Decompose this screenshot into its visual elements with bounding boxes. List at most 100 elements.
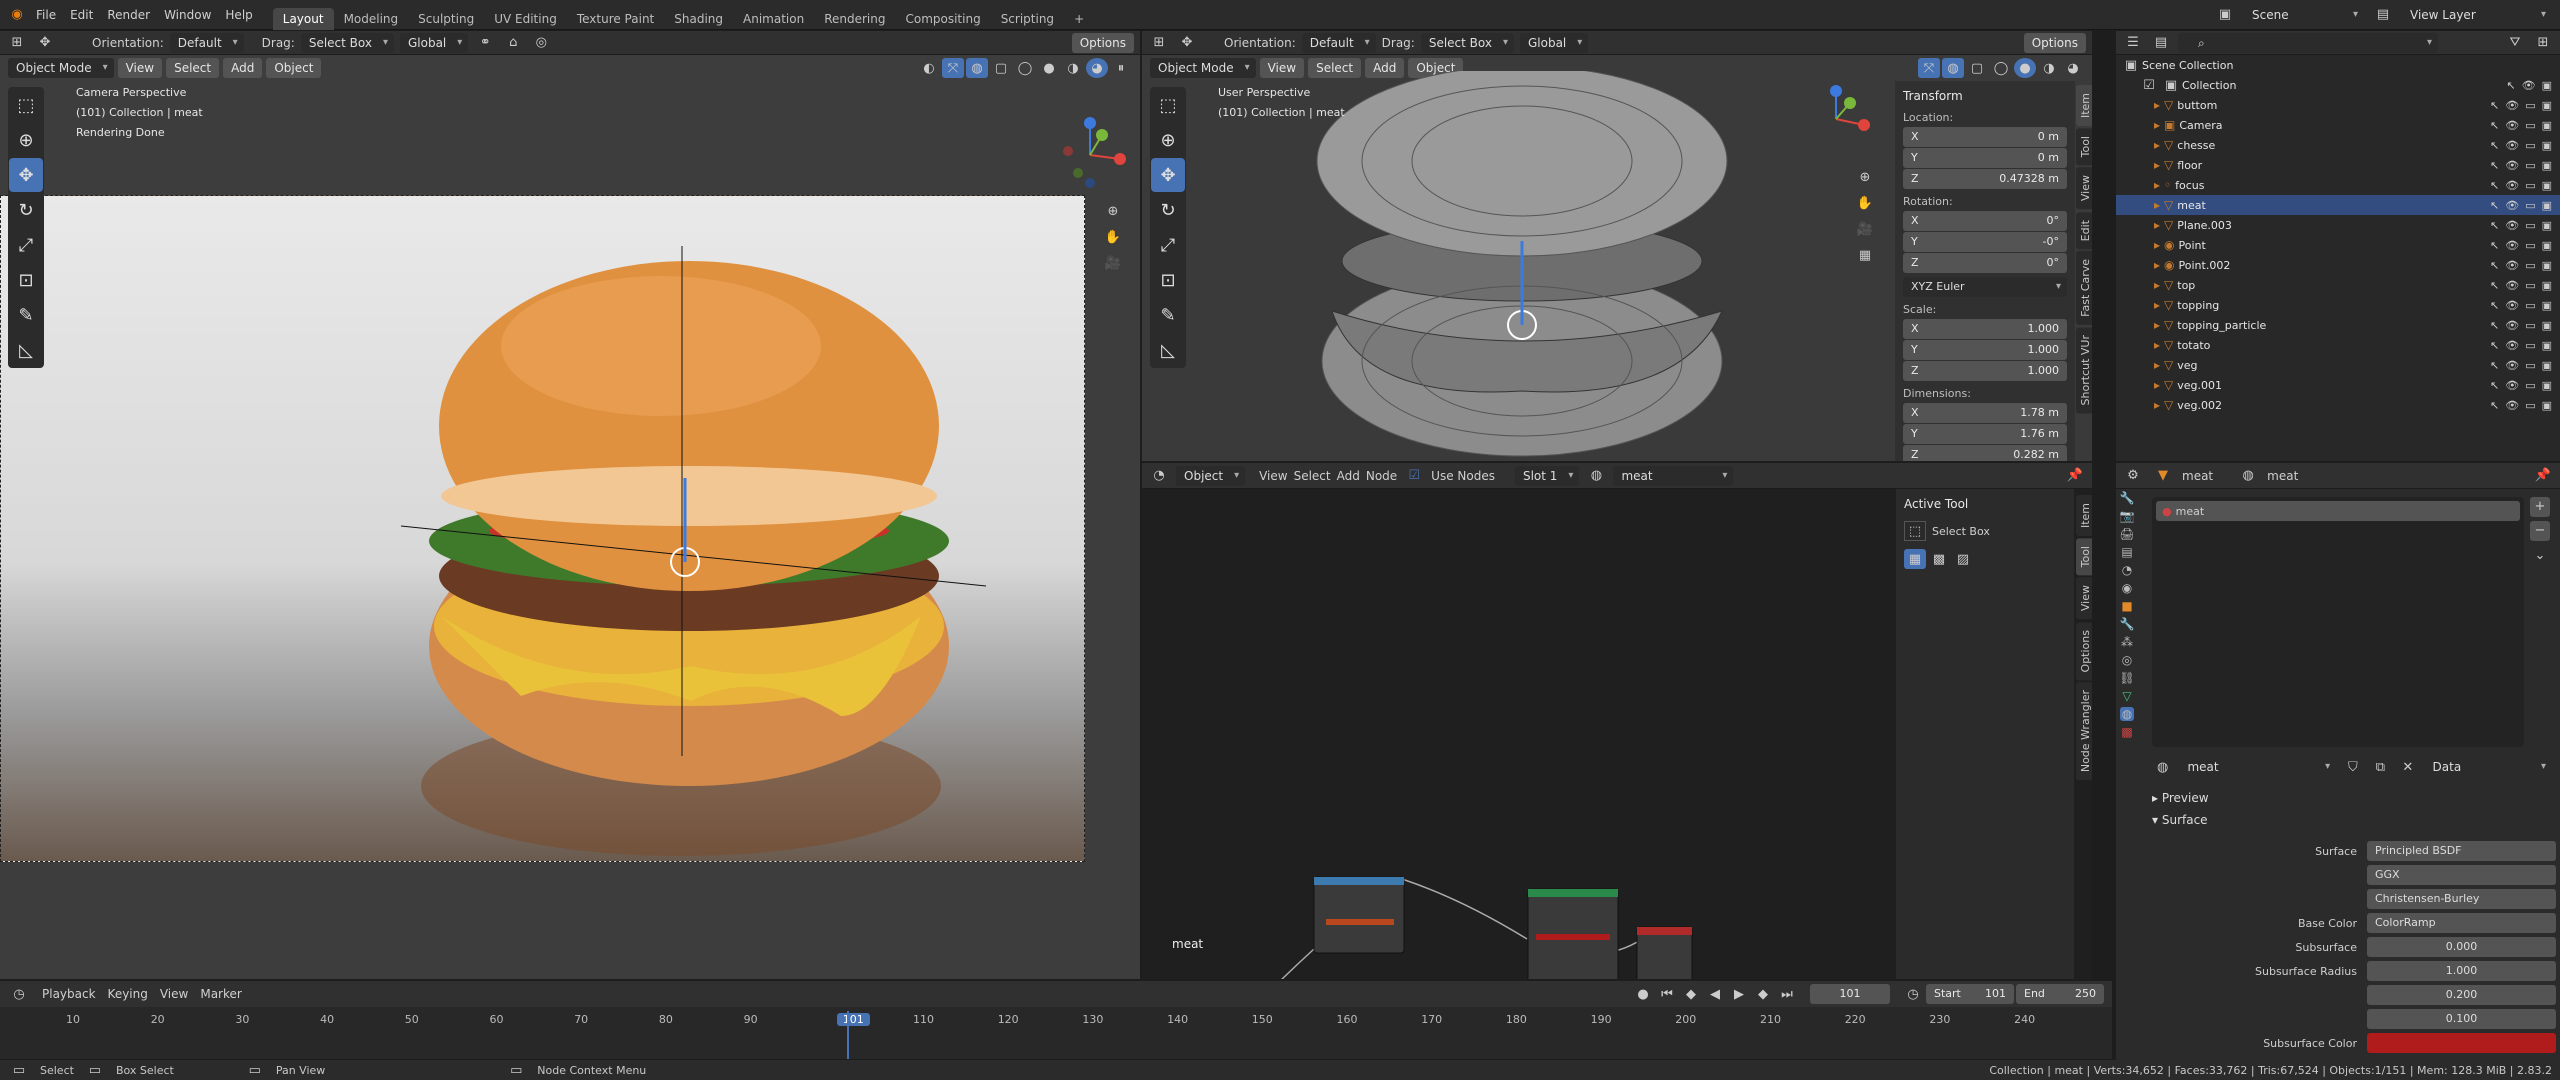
eye-icon[interactable]: 👁 bbox=[2505, 119, 2519, 132]
menu-view[interactable]: View bbox=[1259, 469, 1287, 483]
menu-marker[interactable]: Marker bbox=[200, 987, 241, 1001]
jump-end-icon[interactable]: ⏭ bbox=[1776, 984, 1798, 1004]
gizmo-icon[interactable]: ⤧ bbox=[942, 58, 964, 78]
property-value[interactable]: 0.100 bbox=[2367, 1009, 2556, 1029]
eye-icon[interactable]: 👁 bbox=[2505, 399, 2519, 412]
select-mode-subtract-icon[interactable]: ▨ bbox=[1952, 549, 1974, 569]
pivot-icon[interactable]: ⚭ bbox=[474, 33, 496, 53]
select-icon[interactable]: ↖ bbox=[2490, 159, 2499, 172]
transform-orientation-dropdown[interactable]: Global bbox=[399, 32, 469, 53]
add-slot-button[interactable]: + bbox=[2530, 497, 2550, 517]
eye-icon[interactable]: 👁 bbox=[2505, 279, 2519, 292]
prev-key-icon[interactable]: ◆ bbox=[1680, 984, 1702, 1004]
render-tab-icon[interactable]: 📷 bbox=[2120, 509, 2135, 523]
display-mode-icon[interactable]: ▤ bbox=[2150, 33, 2172, 53]
proportional-icon[interactable]: ◎ bbox=[530, 33, 552, 53]
eye-icon[interactable]: 👁 bbox=[2505, 259, 2519, 272]
expand-icon[interactable]: ▸ bbox=[2154, 158, 2160, 172]
scene-tab-icon[interactable]: ◔ bbox=[2122, 563, 2132, 577]
mode-dropdown[interactable]: Object Mode bbox=[8, 58, 114, 78]
select-icon[interactable]: ↖ bbox=[2490, 139, 2499, 152]
menu-select[interactable]: Select bbox=[166, 58, 220, 78]
object-tab-icon[interactable]: ■ bbox=[2121, 599, 2132, 613]
tab-animation[interactable]: Animation bbox=[733, 8, 814, 30]
monitor-icon[interactable]: ▭ bbox=[2525, 279, 2535, 292]
expand-icon[interactable]: ▸ bbox=[2154, 178, 2160, 192]
left-3d-viewport[interactable]: ⊞ ✥ Orientation: Default Drag: Select Bo… bbox=[0, 31, 1140, 979]
select-icon[interactable]: ↖ bbox=[2490, 239, 2499, 252]
dimensions-z-field[interactable]: Z 0.282 m bbox=[1903, 445, 2067, 461]
tab-texture-paint[interactable]: Texture Paint bbox=[567, 8, 664, 30]
eye-icon[interactable]: 👁 bbox=[2505, 139, 2519, 152]
shader-type-dropdown[interactable]: Object bbox=[1176, 465, 1246, 486]
monitor-icon[interactable]: ▭ bbox=[2525, 339, 2535, 352]
eye-icon[interactable]: 👁 bbox=[2505, 379, 2519, 392]
camera-view-icon[interactable]: 🎥 bbox=[1854, 219, 1876, 239]
monitor-icon[interactable]: ▭ bbox=[2525, 379, 2535, 392]
unlink-icon[interactable]: ✕ bbox=[2397, 757, 2418, 777]
physics-tab-icon[interactable]: ◎ bbox=[2122, 653, 2132, 667]
material-name-field[interactable]: meat bbox=[2179, 757, 2337, 777]
move-tool-icon[interactable]: ✥ bbox=[34, 33, 56, 53]
material-slot-item[interactable]: ● meat bbox=[2156, 501, 2520, 521]
camera-icon[interactable]: ▣ bbox=[2542, 339, 2552, 352]
duplicate-icon[interactable]: ⧉ bbox=[2370, 757, 2391, 777]
cursor-tool[interactable]: ⊕ bbox=[1151, 123, 1185, 157]
move-tool[interactable]: ✥ bbox=[1151, 158, 1185, 192]
rotation-mode-dropdown[interactable]: XYZ Euler bbox=[1903, 277, 2067, 297]
measure-tool[interactable]: ◺ bbox=[1151, 333, 1185, 367]
menu-window[interactable]: Window bbox=[164, 8, 211, 22]
select-box-icon[interactable]: ⬚ bbox=[1904, 521, 1926, 541]
menu-view[interactable]: View bbox=[117, 58, 163, 78]
outliner-item[interactable]: ▸ ▣ Camera ↖ 👁 ▭ ▣ bbox=[2116, 115, 2560, 135]
mode-dropdown[interactable]: Object Mode bbox=[1150, 58, 1256, 78]
overlay-icon[interactable]: ◍ bbox=[966, 58, 988, 78]
outliner-item[interactable]: ▸ ▽ veg.001 ↖ 👁 ▭ ▣ bbox=[2116, 375, 2560, 395]
monitor-icon[interactable]: ▭ bbox=[2525, 259, 2535, 272]
shader-node-editor[interactable]: ◔ Object View Select Add Node ☑ Use Node… bbox=[1142, 463, 2092, 979]
camera-icon[interactable]: ▣ bbox=[2542, 259, 2552, 272]
camera-icon[interactable]: ▣ bbox=[2542, 159, 2552, 172]
select-mode-extend-icon[interactable]: ▩ bbox=[1928, 549, 1950, 569]
select-icon[interactable]: ↖ bbox=[2490, 359, 2499, 372]
menu-keying[interactable]: Keying bbox=[108, 987, 148, 1001]
wireframe-shading-icon[interactable]: ◯ bbox=[1990, 58, 2012, 78]
frame-ruler[interactable]: 10 20 30 40 50 60 70 80 90 101 110 120 130 140 150 160 1… bbox=[0, 1011, 2112, 1031]
snap-icon[interactable]: ⌂ bbox=[502, 33, 524, 53]
rendered-shading-icon[interactable]: ◕ bbox=[2062, 58, 2084, 78]
expand-icon[interactable]: ▸ bbox=[2154, 398, 2160, 412]
pan-hand-icon[interactable]: ✋ bbox=[1854, 193, 1876, 213]
annotate-tool[interactable]: ✎ bbox=[1151, 298, 1185, 332]
editor-type-icon[interactable]: ⊞ bbox=[6, 33, 28, 53]
view-layer-tab-icon[interactable]: ▤ bbox=[2121, 545, 2132, 559]
select-icon[interactable]: ↖ bbox=[2490, 299, 2499, 312]
eye-icon[interactable]: 👁 bbox=[2505, 239, 2519, 252]
select-box-tool[interactable]: ⬚ bbox=[9, 88, 43, 122]
pause-render-icon[interactable]: ⏸ bbox=[1110, 58, 1132, 78]
editor-type-icon[interactable]: ☰ bbox=[2122, 33, 2144, 53]
tab-shading[interactable]: Shading bbox=[664, 8, 733, 30]
visibility-icon[interactable]: ◐ bbox=[918, 58, 940, 78]
location-z-field[interactable]: Z 0.47328 m bbox=[1903, 169, 2067, 189]
preview-panel-header[interactable]: ▸ Preview bbox=[2152, 787, 2556, 809]
eye-icon[interactable]: 👁 bbox=[2505, 179, 2519, 192]
pin-icon[interactable]: 📌 bbox=[2532, 466, 2554, 486]
record-icon[interactable]: ● bbox=[1632, 984, 1654, 1004]
select-icon[interactable]: ↖ bbox=[2490, 319, 2499, 332]
jump-start-icon[interactable]: ⏮ bbox=[1656, 984, 1678, 1004]
breadcrumb-object[interactable]: meat bbox=[2182, 469, 2213, 483]
property-value[interactable]: 0.200 bbox=[2367, 985, 2556, 1005]
eye-icon[interactable]: 👁 bbox=[2505, 319, 2519, 332]
tab-shortcut[interactable]: Shortcut VUr bbox=[2076, 326, 2092, 414]
outliner-item[interactable]: ▸ ▽ buttom ↖ 👁 ▭ ▣ bbox=[2116, 95, 2560, 115]
expand-icon[interactable]: ▸ bbox=[2154, 318, 2160, 332]
use-nodes-checkbox[interactable]: ☑ bbox=[1403, 466, 1425, 486]
grid-icon[interactable]: ▦ bbox=[1854, 245, 1876, 265]
expand-icon[interactable]: ▸ bbox=[2154, 378, 2160, 392]
navigation-gizmo[interactable] bbox=[1050, 115, 1130, 195]
world-tab-icon[interactable]: ◉ bbox=[2122, 581, 2132, 595]
outliner-item[interactable]: ▸ ▽ totato ↖ 👁 ▭ ▣ bbox=[2116, 335, 2560, 355]
property-value[interactable]: 0.000 bbox=[2367, 937, 2556, 957]
zoom-icon[interactable]: ⊕ bbox=[1854, 167, 1876, 187]
menu-file[interactable]: File bbox=[36, 8, 56, 22]
